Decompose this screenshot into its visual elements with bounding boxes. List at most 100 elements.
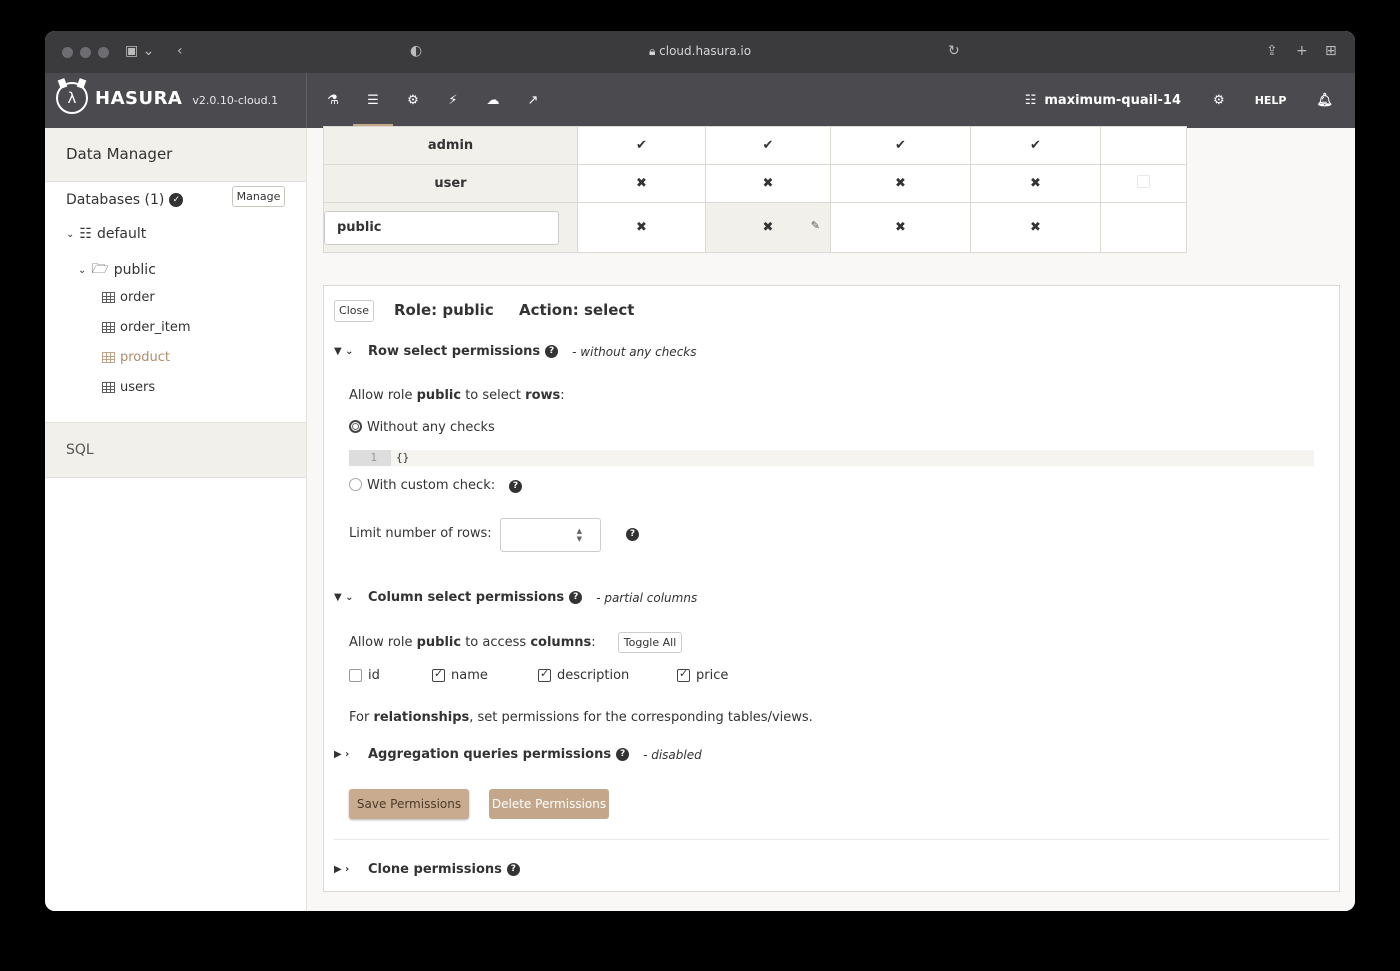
share-icon[interactable]: ⇪ (1266, 43, 1278, 59)
permission-cell (1100, 126, 1187, 165)
table-item[interactable]: order (102, 290, 155, 305)
aggregation-permissions-header[interactable]: ▶ › Aggregation queries permissions ? - … (334, 747, 702, 762)
section-title: Aggregation queries permissions (368, 747, 612, 762)
hasura-logo[interactable]: λ HASURA v2.0.10-cloud.1 (56, 82, 278, 114)
permission-cell[interactable]: ✔ (830, 126, 971, 165)
checkbox-checked[interactable] (432, 667, 445, 682)
database-icon: ☷ (1024, 93, 1037, 108)
section-title: Clone permissions (368, 862, 502, 877)
close-button[interactable]: Close (334, 300, 374, 322)
text-suffix: , set permissions for the corresponding … (469, 710, 813, 725)
api-explorer-icon[interactable]: ⚗ (313, 73, 353, 128)
clone-permissions-header[interactable]: ▶ › Clone permissions ? (334, 862, 520, 877)
pencil-icon[interactable]: ✎ (811, 219, 820, 232)
column-checkbox-description[interactable]: description (538, 667, 629, 683)
help-icon[interactable]: ? (626, 528, 639, 541)
column-permissions-header[interactable]: ▼ ⌄ Column select permissions ? - partia… (334, 590, 697, 605)
column-checkbox-id[interactable]: id (349, 668, 380, 683)
check-circle-icon: ✓ (169, 193, 184, 207)
cross-icon: ✖ (895, 220, 906, 235)
remote-schemas-icon[interactable]: ⚡ (433, 73, 473, 128)
manage-button[interactable]: Manage (232, 186, 285, 207)
text-mid: to select (461, 388, 526, 403)
bulk-select-cell[interactable] (1100, 164, 1187, 203)
help-icon[interactable]: ? (509, 480, 522, 493)
data-icon[interactable]: ☰ (353, 73, 393, 128)
permission-cell[interactable]: ✖ (577, 164, 706, 203)
limit-rows-label: Limit number of rows: (349, 526, 492, 541)
permission-cell[interactable]: ✔ (970, 126, 1101, 165)
new-tab-icon[interactable]: + (1296, 43, 1308, 59)
help-icon[interactable]: ? (616, 748, 630, 761)
table-item-selected[interactable]: product (102, 350, 170, 365)
permission-cell[interactable]: ✖ (705, 164, 831, 203)
table-icon (102, 322, 115, 333)
section-title: Column select permissions (368, 590, 565, 605)
custom-check-option[interactable]: With custom check: (349, 478, 495, 493)
cross-icon: ✖ (1030, 220, 1041, 235)
checkbox-checked[interactable] (538, 667, 551, 682)
address-bar[interactable]: 🔒︎ cloud.hasura.io (45, 44, 1355, 59)
permissions-table: admin ✔ ✔ ✔ ✔ user ✖ ✖ ✖ ✖ public ✖ ✖ ✎ … (323, 126, 1187, 253)
save-permissions-button[interactable]: Save Permissions (349, 789, 469, 819)
cross-icon: ✖ (762, 220, 774, 235)
reload-icon[interactable]: ↻ (948, 43, 960, 59)
help-link[interactable]: HELP (1255, 94, 1287, 107)
logo-text: HASURA (95, 87, 183, 109)
stepper-icon[interactable]: ▲ ▼ (577, 527, 582, 543)
delete-permissions-button[interactable]: Delete Permissions (489, 789, 609, 819)
permission-cell[interactable]: ✖ (970, 164, 1101, 203)
without-checks-option[interactable]: Without any checks (349, 420, 495, 435)
check-icon: ✔ (895, 138, 906, 153)
project-selector[interactable]: ☷ maximum-quail-14 (1025, 93, 1181, 108)
monitoring-icon[interactable]: ↗ (513, 73, 553, 128)
checkbox[interactable] (349, 669, 362, 682)
schema-item-public[interactable]: ⌄ 🗁︎ public (78, 258, 156, 282)
help-icon[interactable]: ? (506, 863, 520, 876)
column-checkbox-name[interactable]: name (432, 667, 488, 683)
editor-title: Role: public Action: select (394, 301, 654, 319)
events-icon[interactable]: ☁ (473, 73, 513, 128)
database-item-default[interactable]: ⌄ ☷ default (66, 226, 146, 242)
chevron-down-icon[interactable]: ⌄ (78, 265, 86, 276)
bulk-checkbox[interactable] (1137, 175, 1150, 188)
permission-cell[interactable]: ✔ (705, 126, 831, 165)
help-icon[interactable]: ? (569, 591, 583, 604)
sql-link[interactable]: SQL (45, 422, 306, 478)
checkbox-checked[interactable] (677, 667, 690, 682)
option-label: Without any checks (367, 420, 495, 435)
permission-cell[interactable]: ✖ (830, 164, 971, 203)
toggle-all-button[interactable]: Toggle All (617, 632, 683, 653)
settings-gear-icon[interactable]: ⚙ (1213, 93, 1225, 108)
radio-selected[interactable] (349, 420, 362, 433)
role-name: public (416, 635, 462, 650)
permission-cell[interactable]: ✔ (577, 126, 706, 165)
table-item[interactable]: order_item (102, 320, 191, 335)
actions-icon[interactable]: ⚙ (393, 73, 433, 128)
nav-tabs: ⚗ ☰ ⚙ ⚡ ☁ ↗ (313, 73, 553, 128)
table-label: product (120, 350, 171, 365)
section-note: - partial columns (596, 590, 698, 605)
notification-bell-icon[interactable]: 🔔︎ (1316, 93, 1333, 108)
permission-cell[interactable]: ✖ (970, 202, 1101, 253)
check-code-editor[interactable]: 1 {} (349, 450, 1314, 466)
help-icon[interactable]: ? (545, 345, 559, 358)
check-icon: ✔ (762, 138, 774, 153)
column-checkbox-price[interactable]: price (677, 667, 728, 683)
radio-unselected[interactable] (349, 478, 362, 491)
cross-icon: ✖ (762, 176, 774, 191)
permission-cell[interactable]: ✖ (577, 202, 706, 253)
text-prefix: For (349, 710, 374, 725)
row-permissions-header[interactable]: ▼ ⌄ Row select permissions ? - without a… (334, 344, 697, 359)
divider (334, 839, 1329, 840)
browser-titlebar: ▣ ⌄ ‹ ◐ 🔒︎ cloud.hasura.io ↻ ⇪ + ⊞ (45, 31, 1355, 73)
tab-overview-icon[interactable]: ⊞ (1325, 43, 1337, 59)
permission-cell[interactable]: ✖ (830, 202, 971, 253)
table-item[interactable]: users (102, 380, 155, 395)
sidebar-title[interactable]: Data Manager (45, 128, 306, 182)
chevron-down-icon[interactable]: ⌄ (66, 229, 74, 240)
table-icon (102, 352, 115, 363)
limit-rows-input[interactable]: ▲ ▼ (500, 518, 601, 552)
role-name-input[interactable]: public (324, 210, 559, 245)
permission-cell-active[interactable]: ✖ ✎ (705, 202, 831, 253)
